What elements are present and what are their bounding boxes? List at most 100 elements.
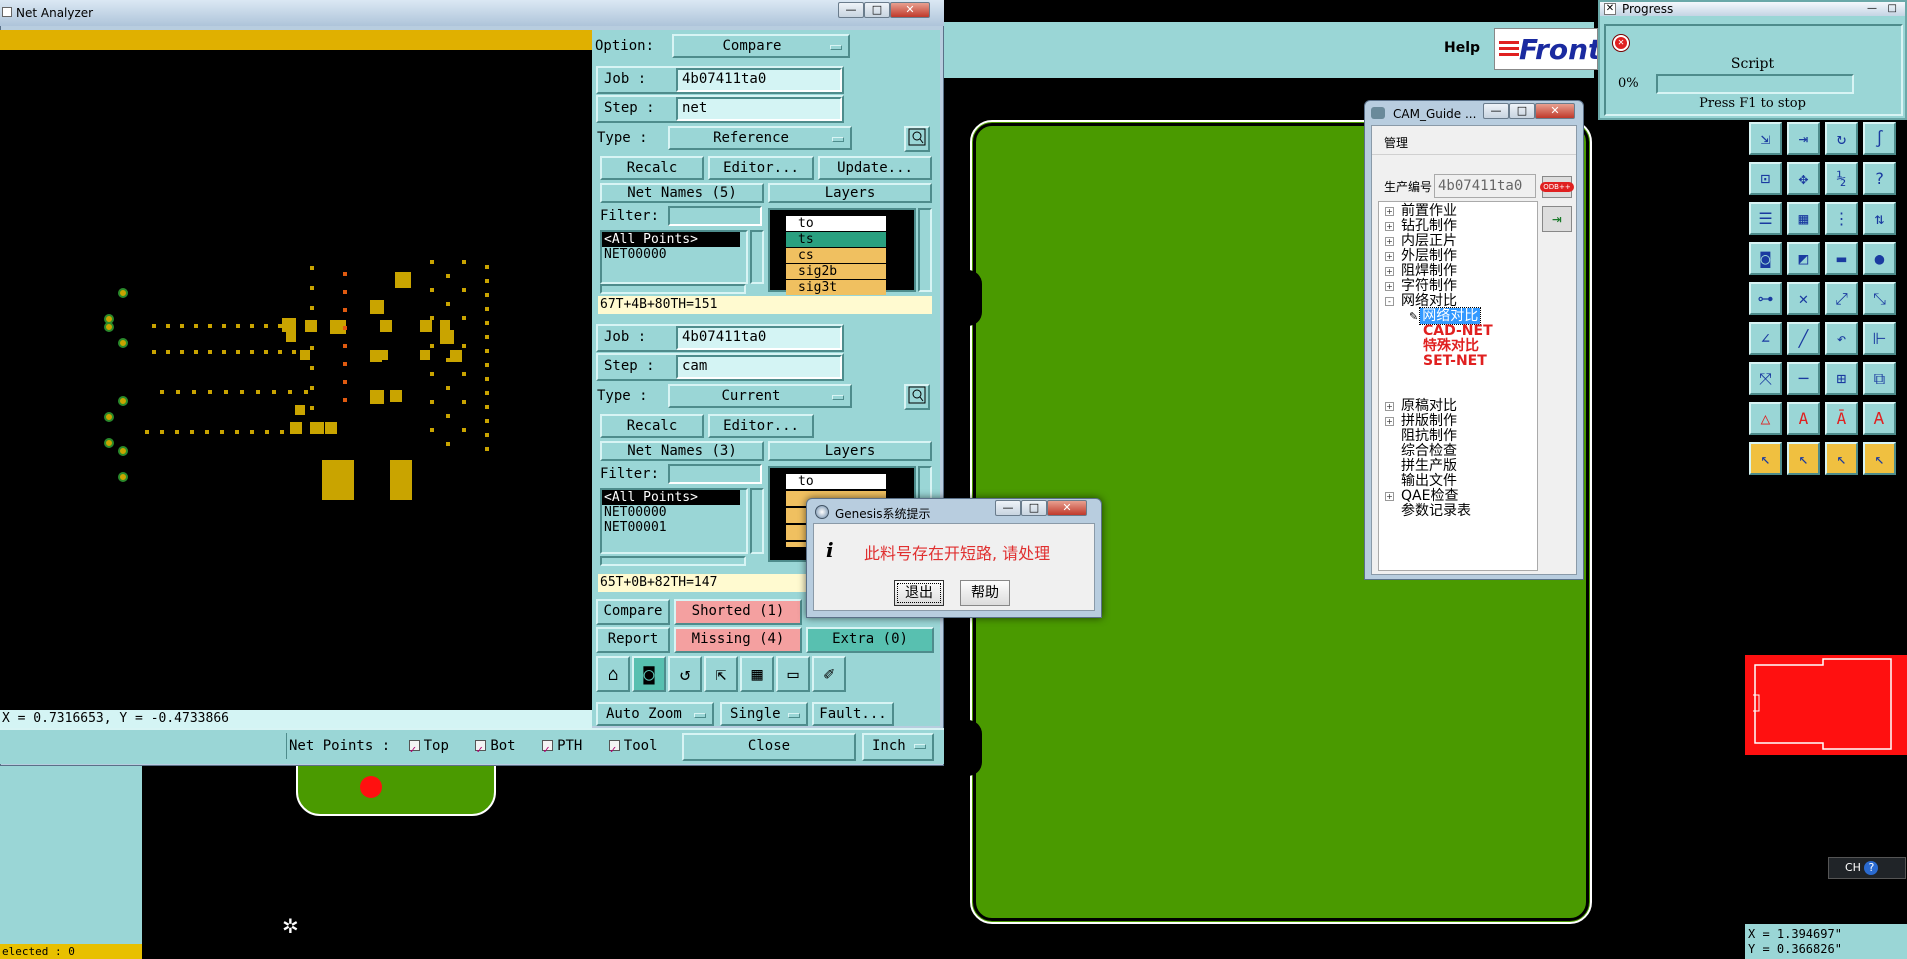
np-pth-checkbox[interactable]: PTH	[542, 737, 582, 763]
cross-tool[interactable]: ✕	[1787, 282, 1820, 315]
ref-job-field[interactable]: 4b07411ta0	[676, 68, 842, 92]
grid-tool[interactable]: ▦	[1787, 202, 1820, 235]
tree-expander-icon[interactable]: +	[1385, 252, 1394, 261]
net-list-item[interactable]: NET00000	[602, 505, 746, 520]
cur-editor-button[interactable]: Editor...	[708, 414, 814, 438]
ref-net-list[interactable]: <All Points> NET00000	[600, 230, 748, 284]
dialog-minimize-button[interactable]: —	[995, 500, 1021, 516]
ref-zoom-button[interactable]	[904, 126, 930, 152]
tree-expander-icon[interactable]: +	[1385, 207, 1394, 216]
measure-tool[interactable]: ▬	[1825, 242, 1858, 275]
transform-tool[interactable]: ⇥	[1787, 122, 1820, 155]
triangle-tool[interactable]: △	[1749, 402, 1782, 435]
tree-expander-icon[interactable]: +	[1385, 237, 1394, 246]
units-menu[interactable]: Inch	[862, 733, 934, 761]
progress-minimize-button[interactable]: —	[1867, 2, 1877, 16]
split-tool[interactable]: ⊩	[1863, 322, 1896, 355]
missing-button[interactable]: Missing (4)	[674, 627, 802, 653]
net-list-item[interactable]: NET00000	[602, 247, 746, 262]
grid-button[interactable]: ▦	[740, 656, 774, 692]
pointer-edit-tool[interactable]: ↖	[1825, 442, 1858, 475]
tree-item[interactable]: 特殊对比	[1409, 339, 1493, 354]
ref-step-field[interactable]: net	[676, 97, 842, 121]
tree-item[interactable]: + 内层正片	[1385, 234, 1457, 249]
net-tool[interactable]: ⊶	[1749, 282, 1782, 315]
exit-door-button[interactable]: ⇥	[1542, 206, 1572, 232]
tree-item[interactable]: 拼生产版	[1385, 459, 1471, 474]
auto-zoom-menu[interactable]: Auto Zoom	[596, 702, 714, 726]
overview-thumbnail[interactable]	[1745, 655, 1907, 755]
move-tool[interactable]: ⇲	[1749, 122, 1782, 155]
net-list-item[interactable]: NET00001	[602, 520, 746, 535]
cur-zoom-button[interactable]	[904, 384, 930, 410]
tree-item[interactable]: - 网络对比	[1385, 294, 1457, 309]
tree-item[interactable]: + 拼版制作	[1385, 414, 1471, 429]
cam-guide-maximize-button[interactable]: □	[1509, 103, 1535, 119]
tree-item[interactable]: 输出文件	[1385, 474, 1471, 489]
cam-guide-minimize-button[interactable]: —	[1483, 103, 1509, 119]
layer-list-item[interactable]: sig2b	[786, 264, 886, 279]
shorted-button[interactable]: Shorted (1)	[674, 599, 802, 625]
pointer-select-tool[interactable]: ↖	[1787, 442, 1820, 475]
ime-indicator[interactable]: CH ?	[1828, 857, 1906, 879]
na-maximize-button[interactable]: □	[864, 2, 890, 18]
ref-recalc-button[interactable]: Recalc	[600, 156, 704, 180]
dialog-close-button[interactable]: ✕	[1047, 500, 1087, 516]
tree-expander-icon[interactable]: +	[1385, 402, 1394, 411]
stop-icon[interactable]: ✕	[1613, 35, 1629, 51]
cur-filter-field[interactable]	[668, 464, 762, 484]
sort-tool[interactable]: ⇅	[1863, 202, 1896, 235]
net-viewer-canvas[interactable]	[0, 50, 592, 710]
na-minimize-button[interactable]: —	[838, 2, 864, 18]
np-bot-checkbox[interactable]: Bot	[475, 737, 516, 763]
ref-filter-field[interactable]	[668, 206, 762, 226]
close-button[interactable]: Close	[682, 733, 856, 761]
compare-button[interactable]: Compare	[596, 599, 670, 625]
tree-item[interactable]: + 钻孔制作	[1385, 219, 1457, 234]
cur-job-field[interactable]: 4b07411ta0	[676, 326, 842, 350]
prod-field[interactable]: 4b07411ta0	[1434, 174, 1536, 198]
tree-item[interactable]: + QAE检查	[1385, 489, 1471, 504]
extra-button[interactable]: Extra (0)	[806, 627, 934, 653]
hat-tool[interactable]: Ā	[1825, 402, 1858, 435]
cam-guide-close-button[interactable]: ✕	[1535, 103, 1575, 119]
layer-list-item[interactable]: to	[786, 474, 886, 489]
tree-item[interactable]: + 阻焊制作	[1385, 264, 1457, 279]
ref-layer-list[interactable]: to ts cs sig2b sig3t	[768, 208, 916, 295]
ref-update-button[interactable]: Update...	[818, 156, 932, 180]
tree-item[interactable]: 阻抗制作	[1385, 429, 1471, 444]
ruler-button[interactable]: ▭	[776, 656, 810, 692]
ref-editor-button[interactable]: Editor...	[708, 156, 814, 180]
na-close-button[interactable]: ✕	[890, 2, 930, 18]
net-list-item[interactable]: <All Points>	[602, 490, 740, 505]
pointer-tool[interactable]: ↖	[1749, 442, 1782, 475]
layers-tool[interactable]: ☰	[1749, 202, 1782, 235]
snapshot-button[interactable]: ◙	[632, 656, 666, 692]
select-net-button[interactable]: ⇱	[704, 656, 738, 692]
tree-item[interactable]: 综合检查	[1385, 444, 1471, 459]
tree-item[interactable]: CAD-NET	[1409, 324, 1493, 339]
tree-expander-icon[interactable]: -	[1385, 297, 1394, 306]
dialog-exit-button[interactable]: 退出	[894, 580, 944, 606]
cur-recalc-button[interactable]: Recalc	[600, 414, 704, 438]
tree-item[interactable]: + 字符制作	[1385, 279, 1457, 294]
peak-tool[interactable]: Ꭺ	[1863, 402, 1896, 435]
tree-expander-icon[interactable]: +	[1385, 267, 1394, 276]
undo-zoom-button[interactable]: ↺	[668, 656, 702, 692]
node-tool[interactable]: ⤧	[1749, 362, 1782, 395]
tree-expander-icon[interactable]: +	[1385, 222, 1394, 231]
slash-tool[interactable]: ╱	[1787, 322, 1820, 355]
tree-item[interactable]: + 外层制作	[1385, 249, 1457, 264]
option-menu[interactable]: Compare	[672, 34, 850, 58]
cur-type-menu[interactable]: Current	[668, 384, 852, 408]
dialog-maximize-button[interactable]: □	[1021, 500, 1047, 516]
layer-list-item[interactable]: sig3t	[786, 280, 886, 295]
tree-item[interactable]: SET-NET	[1409, 354, 1493, 369]
line-tool[interactable]: ∫	[1863, 122, 1896, 155]
tree-item[interactable]: + 原稿对比	[1385, 399, 1471, 414]
tree-item[interactable]: + 前置作业	[1385, 204, 1457, 219]
single-menu[interactable]: Single	[720, 702, 808, 726]
ref-net-scroll[interactable]	[750, 230, 764, 284]
progress-maximize-button[interactable]: □	[1888, 2, 1897, 16]
help-tool[interactable]: ?	[1863, 162, 1896, 195]
